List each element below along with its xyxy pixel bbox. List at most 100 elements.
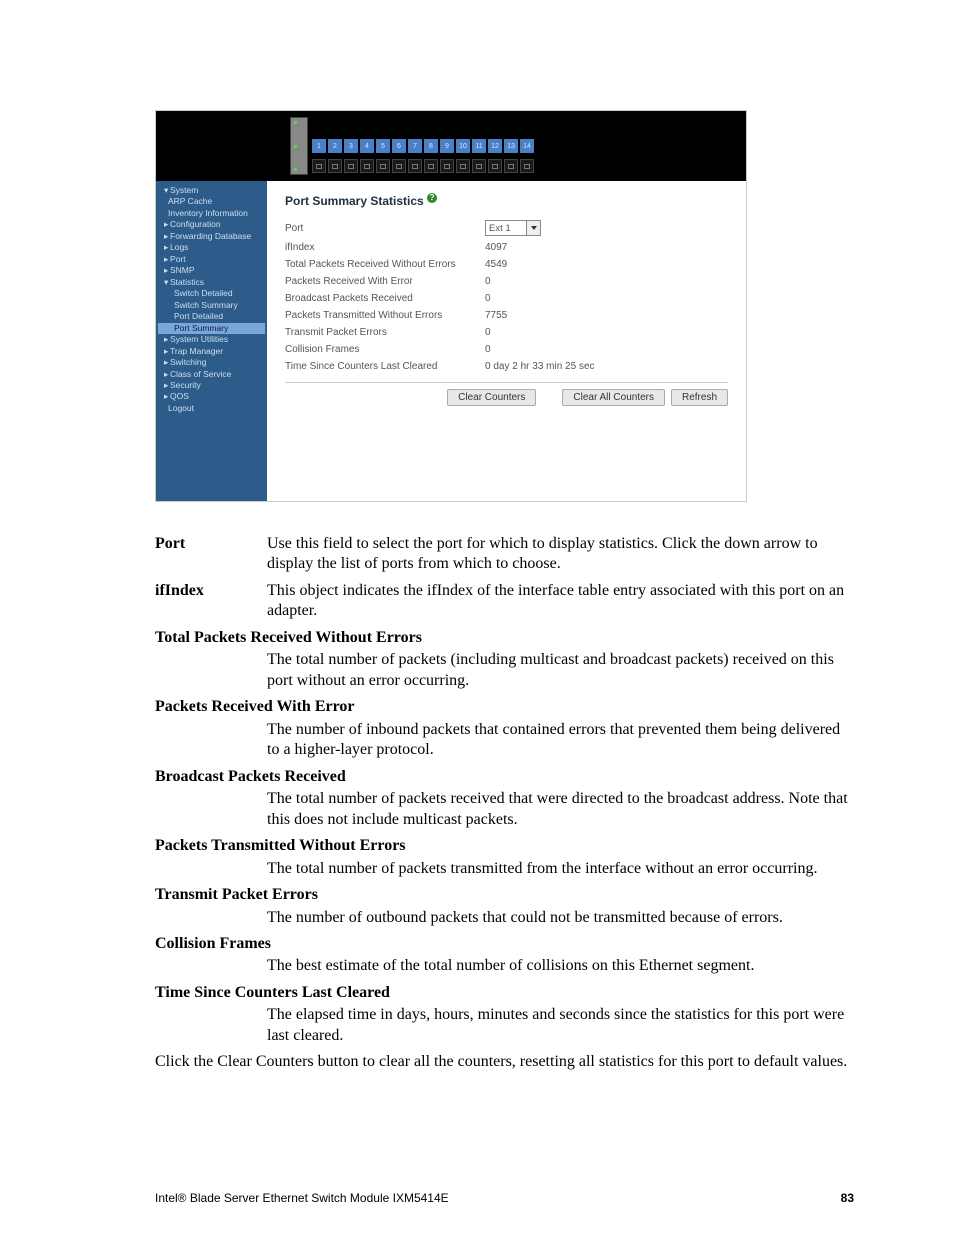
port-jack[interactable] — [344, 159, 358, 173]
nav-statistics[interactable]: ▾Statistics — [158, 277, 265, 288]
switch-faceplate: 1 2 3 4 5 6 7 8 9 10 11 12 13 14 — [156, 111, 746, 181]
def-hdr-broadcast-packets: Broadcast Packets Received — [155, 767, 854, 787]
row-label-ifindex: ifIndex — [285, 242, 485, 253]
nav-security[interactable]: ▸Security — [158, 380, 265, 391]
def-desc-ifindex: This object indicates the ifIndex of the… — [267, 581, 854, 622]
row-label-rx-err: Packets Received With Error — [285, 276, 485, 287]
port-jack[interactable] — [440, 159, 454, 173]
definitions: Port Use this field to select the port f… — [155, 534, 854, 1073]
row-label-coll: Collision Frames — [285, 344, 485, 355]
port-jack[interactable] — [520, 159, 534, 173]
port-3[interactable]: 3 — [344, 139, 358, 153]
port-row-numbers: 1 2 3 4 5 6 7 8 9 10 11 12 13 14 — [312, 137, 534, 155]
port-jack[interactable] — [408, 159, 422, 173]
nav-inventory-information[interactable]: Inventory Information — [158, 208, 265, 219]
port-jack[interactable] — [328, 159, 342, 173]
port-jack[interactable] — [456, 159, 470, 173]
nav-switch-detailed[interactable]: Switch Detailed — [158, 288, 265, 299]
port-select[interactable]: Ext 1 — [485, 220, 527, 236]
nav-logs[interactable]: ▸Logs — [158, 242, 265, 253]
nav-switching[interactable]: ▸Switching — [158, 357, 265, 368]
def-hdr-packets-transmitted: Packets Transmitted Without Errors — [155, 836, 854, 856]
help-icon[interactable]: ? — [427, 193, 437, 203]
row-label-bcast-rx: Broadcast Packets Received — [285, 293, 485, 304]
def-hdr-packets-received-error: Packets Received With Error — [155, 697, 854, 717]
port-row-jacks — [312, 157, 534, 175]
port-13[interactable]: 13 — [504, 139, 518, 153]
row-value-ifindex: 4097 — [485, 242, 625, 253]
port-select-arrow[interactable] — [527, 220, 541, 236]
nav-port-detailed[interactable]: Port Detailed — [158, 311, 265, 322]
row-value-time-cleared: 0 day 2 hr 33 min 25 sec — [485, 361, 625, 372]
nav-configuration[interactable]: ▸Configuration — [158, 219, 265, 230]
def-desc-packets-received-error: The number of inbound packets that conta… — [155, 720, 854, 761]
def-term-port: Port — [155, 534, 267, 575]
port-12[interactable]: 12 — [488, 139, 502, 153]
nav-logout[interactable]: Logout — [158, 403, 265, 414]
stats-grid: Port Ext 1 ifIndex 4097 Total Packets Re… — [285, 220, 728, 372]
port-jack[interactable] — [312, 159, 326, 173]
port-jack[interactable] — [472, 159, 486, 173]
content-panel: Port Summary Statistics ? Port Ext 1 ifI… — [267, 181, 746, 501]
refresh-button[interactable]: Refresh — [671, 389, 728, 406]
port-jack[interactable] — [360, 159, 374, 173]
closing-paragraph: Click the Clear Counters button to clear… — [155, 1052, 854, 1072]
def-hdr-total-packets-received: Total Packets Received Without Errors — [155, 628, 854, 648]
row-value-tx-ok: 7755 — [485, 310, 625, 321]
port-14[interactable]: 14 — [520, 139, 534, 153]
def-desc-total-packets-received: The total number of packets (including m… — [155, 650, 854, 691]
footer-page-number: 83 — [841, 1191, 854, 1205]
port-jack[interactable] — [488, 159, 502, 173]
nav-port[interactable]: ▸Port — [158, 254, 265, 265]
def-desc-broadcast-packets: The total number of packets received tha… — [155, 789, 854, 830]
nav-snmp[interactable]: ▸SNMP — [158, 265, 265, 276]
nav-class-of-service[interactable]: ▸Class of Service — [158, 369, 265, 380]
clear-all-counters-button[interactable]: Clear All Counters — [562, 389, 665, 406]
nav-trap-manager[interactable]: ▸Trap Manager — [158, 346, 265, 357]
row-label-tx-err: Transmit Packet Errors — [285, 327, 485, 338]
port-jack[interactable] — [376, 159, 390, 173]
def-desc-packets-transmitted: The total number of packets transmitted … — [155, 859, 854, 879]
port-10[interactable]: 10 — [456, 139, 470, 153]
row-label-total-rx-ok: Total Packets Received Without Errors — [285, 259, 485, 270]
port-8[interactable]: 8 — [424, 139, 438, 153]
port-5[interactable]: 5 — [376, 139, 390, 153]
clear-counters-button[interactable]: Clear Counters — [447, 389, 536, 406]
port-2[interactable]: 2 — [328, 139, 342, 153]
nav-qos[interactable]: ▸QOS — [158, 391, 265, 402]
nav-forwarding-database[interactable]: ▸Forwarding Database — [158, 231, 265, 242]
panel-title: Port Summary Statistics ? — [285, 193, 728, 208]
page-footer: Intel® Blade Server Ethernet Switch Modu… — [155, 1191, 854, 1205]
row-label-tx-ok: Packets Transmitted Without Errors — [285, 310, 485, 321]
def-desc-time-since-cleared: The elapsed time in days, hours, minutes… — [155, 1005, 854, 1046]
row-value-total-rx-ok: 4549 — [485, 259, 625, 270]
nav-tree: ▾System ARP Cache Inventory Information … — [156, 181, 267, 501]
row-label-time-cleared: Time Since Counters Last Cleared — [285, 361, 485, 372]
port-jack[interactable] — [392, 159, 406, 173]
port-6[interactable]: 6 — [392, 139, 406, 153]
row-value-rx-err: 0 — [485, 276, 625, 287]
nav-system-utilities[interactable]: ▸System Utilities — [158, 334, 265, 345]
app-screenshot: 1 2 3 4 5 6 7 8 9 10 11 12 13 14 — [155, 110, 747, 502]
port-jack[interactable] — [504, 159, 518, 173]
nav-port-summary[interactable]: Port Summary — [158, 323, 265, 334]
port-jack[interactable] — [424, 159, 438, 173]
port-9[interactable]: 9 — [440, 139, 454, 153]
def-desc-port: Use this field to select the port for wh… — [267, 534, 854, 575]
module-icon — [290, 117, 308, 175]
row-value-coll: 0 — [485, 344, 625, 355]
nav-switch-summary[interactable]: Switch Summary — [158, 300, 265, 311]
port-11[interactable]: 11 — [472, 139, 486, 153]
def-hdr-transmit-errors: Transmit Packet Errors — [155, 885, 854, 905]
nav-system[interactable]: ▾System — [158, 185, 265, 196]
row-value-tx-err: 0 — [485, 327, 625, 338]
def-desc-transmit-errors: The number of outbound packets that coul… — [155, 908, 854, 928]
port-1[interactable]: 1 — [312, 139, 326, 153]
port-7[interactable]: 7 — [408, 139, 422, 153]
chevron-down-icon — [531, 226, 537, 230]
row-label-port: Port — [285, 223, 485, 234]
nav-arp-cache[interactable]: ARP Cache — [158, 196, 265, 207]
footer-product: Intel® Blade Server Ethernet Switch Modu… — [155, 1191, 449, 1205]
port-4[interactable]: 4 — [360, 139, 374, 153]
row-value-bcast-rx: 0 — [485, 293, 625, 304]
